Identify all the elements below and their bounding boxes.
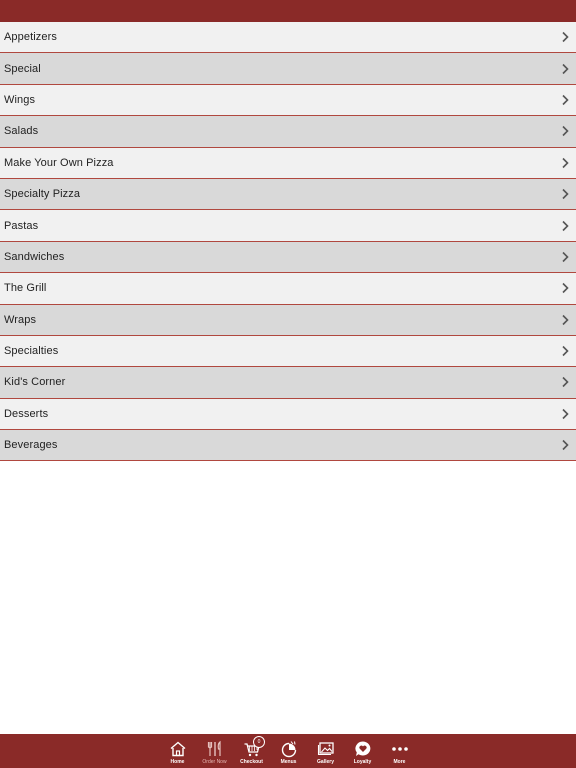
menu-item-beverages[interactable]: Beverages <box>0 430 576 462</box>
chevron-right-icon <box>562 63 569 74</box>
chevron-right-icon <box>562 251 569 262</box>
menu-item-label: Desserts <box>4 407 49 420</box>
cart-count-badge: 0 <box>253 736 265 748</box>
menu-item-wraps[interactable]: Wraps <box>0 304 576 336</box>
menu-item-specialties[interactable]: Specialties <box>0 335 576 368</box>
chevron-right-icon <box>562 32 569 43</box>
tab-gallery[interactable]: Gallery <box>307 734 344 768</box>
menu-item-label: Pastas <box>4 219 39 232</box>
chevron-right-icon <box>562 440 569 451</box>
menu-item-label: Specialties <box>4 345 59 358</box>
chevron-right-icon <box>562 189 569 200</box>
more-dots-icon <box>391 747 408 751</box>
menu-item-desserts[interactable]: Desserts <box>0 398 576 431</box>
home-icon <box>170 741 185 757</box>
menu-item-label: Specialty Pizza <box>4 188 81 201</box>
tab-label: Gallery <box>317 759 334 765</box>
menu-item-label: Appetizers <box>4 31 57 44</box>
menu-item-label: Wraps <box>4 313 37 326</box>
tab-label: Loyalty <box>353 759 372 765</box>
menu-item-pastas[interactable]: Pastas <box>0 210 576 242</box>
tab-checkout[interactable]: 0 Checkout <box>233 734 270 768</box>
menu-item-label: Make Your Own Pizza <box>4 156 114 169</box>
menu-item-label: Kid's Corner <box>4 376 66 389</box>
tab-label: Order Now <box>202 759 227 765</box>
menus-icon <box>281 741 296 758</box>
bottom-tab-bar: Home Order Now 0 Checkout Menus Gallery … <box>0 734 576 768</box>
menu-item-label: Special <box>4 62 41 75</box>
menu-item-kids-corner[interactable]: Kid's Corner <box>0 367 576 399</box>
menu-item-label: Wings <box>4 93 36 106</box>
chevron-right-icon <box>562 346 569 357</box>
tab-label: Menus <box>280 759 297 765</box>
chevron-right-icon <box>562 314 569 325</box>
tab-more[interactable]: More <box>381 734 418 768</box>
menu-item-appetizers[interactable]: Appetizers <box>0 22 576 54</box>
menu-item-wings[interactable]: Wings <box>0 84 576 117</box>
menu-category-list: Appetizers Special Wings Salads Make You… <box>0 22 576 462</box>
utensils-icon <box>207 740 221 756</box>
tab-bar-items: Home Order Now 0 Checkout Menus Gallery … <box>159 734 418 768</box>
menu-item-label: Beverages <box>4 439 58 452</box>
menu-item-sandwiches[interactable]: Sandwiches <box>0 241 576 274</box>
menu-item-label: Salads <box>4 125 39 138</box>
tab-home[interactable]: Home <box>159 734 196 768</box>
tab-loyalty[interactable]: Loyalty <box>344 734 381 768</box>
tab-menus[interactable]: Menus <box>270 734 307 768</box>
menu-item-make-your-own-pizza[interactable]: Make Your Own Pizza <box>0 147 576 179</box>
menu-item-special[interactable]: Special <box>0 53 576 85</box>
tab-label: Home <box>170 759 185 765</box>
app-screen: Appetizers Special Wings Salads Make You… <box>0 0 576 768</box>
heart-bubble-icon <box>354 741 370 756</box>
tab-label: Checkout <box>240 759 263 765</box>
menu-item-salads[interactable]: Salads <box>0 116 576 148</box>
tab-order-now[interactable]: Order Now <box>196 734 233 768</box>
top-bar <box>0 0 576 22</box>
chevron-right-icon <box>562 377 569 388</box>
chevron-right-icon <box>562 283 569 294</box>
menu-item-specialty-pizza[interactable]: Specialty Pizza <box>0 178 576 211</box>
chevron-right-icon <box>562 408 569 419</box>
tab-label: More <box>393 759 406 765</box>
chevron-right-icon <box>562 94 569 106</box>
chevron-right-icon <box>562 126 569 137</box>
menu-item-the-grill[interactable]: The Grill <box>0 273 576 305</box>
chevron-right-icon <box>562 157 569 168</box>
gallery-icon <box>317 742 334 756</box>
menu-item-label: Sandwiches <box>4 250 65 263</box>
menu-item-label: The Grill <box>4 282 47 295</box>
chevron-right-icon <box>562 220 569 231</box>
